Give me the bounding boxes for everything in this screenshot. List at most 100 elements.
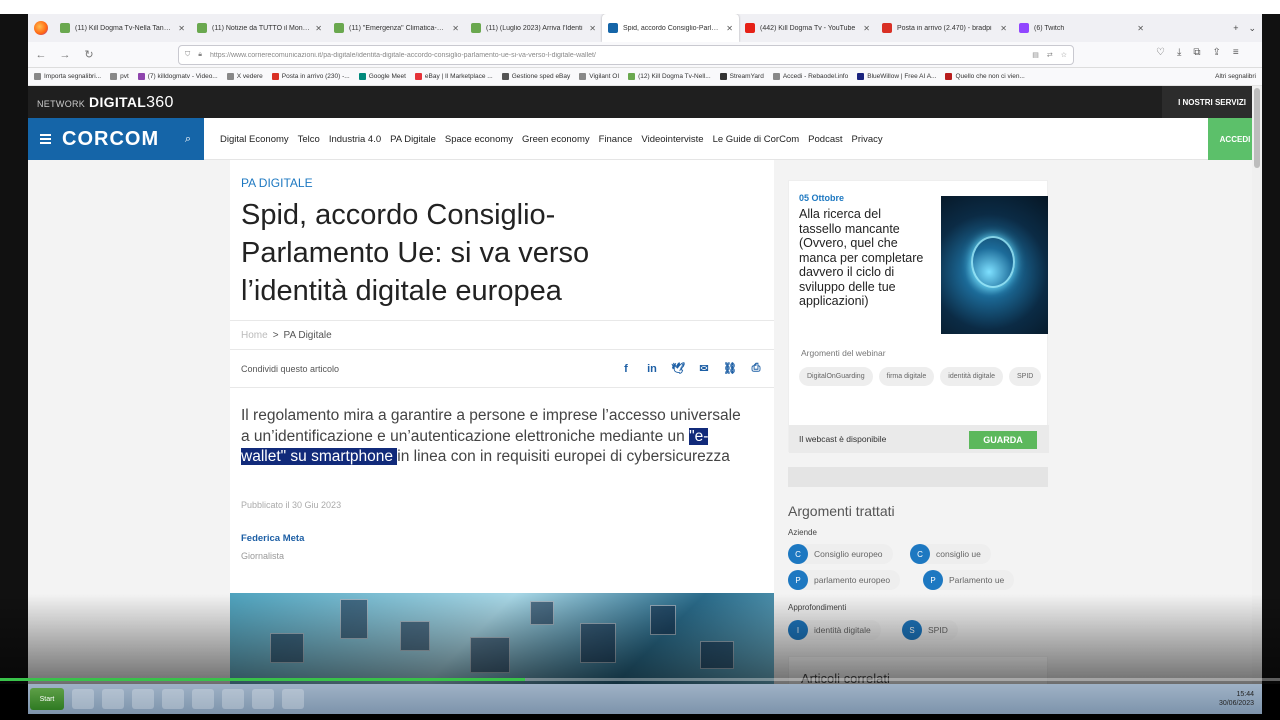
webinar-title[interactable]: Alla ricerca del tassello mancante (Ovve… [799,207,924,315]
watch-button[interactable]: GUARDA [969,431,1037,449]
facebook-icon[interactable]: f [619,362,633,376]
bookmark-item[interactable]: StreamYard [719,73,764,80]
firefox-menu[interactable] [28,14,54,42]
taskbar-firefox-icon[interactable] [192,689,214,709]
taskbar-explorer-icon[interactable] [72,689,94,709]
topic-tag[interactable]: S SPID [902,620,958,640]
tab-close-icon[interactable]: ✕ [178,24,185,33]
print-icon[interactable]: ⎙ [749,362,763,376]
pocket-icon[interactable]: ♡ [1156,47,1165,58]
bookmark-item[interactable]: Google Meet [358,73,406,80]
browser-tab[interactable]: (11) "Emergenza" Climatica-Cre ✕ [328,14,465,42]
download-icon[interactable]: ⤓ [1177,47,1181,58]
tab-close-icon[interactable]: ✕ [863,24,870,33]
topic-tag[interactable]: Cconsiglio ue [910,544,991,564]
browser-tab[interactable]: (6) Twitch ✕ [1013,14,1150,42]
url-bar[interactable]: ⛉ 🔒︎ https://www.corrierecomunicazioni.i… [178,45,1074,65]
search-icon[interactable]: ⌕ [172,133,204,146]
bookmark-item[interactable]: pvt [110,73,129,80]
bookmark-item[interactable]: Importa segnalibri... [34,73,101,80]
new-tab-icon[interactable]: + [1233,23,1238,34]
page-scrollbar[interactable] [1252,86,1262,684]
video-progress[interactable] [0,678,1280,681]
linkedin-icon[interactable]: in [645,362,659,376]
hamburger-menu-icon[interactable]: ≡ [1233,47,1239,58]
menu-item[interactable]: Telco [298,134,320,145]
other-bookmarks[interactable]: Altri segnalibri [1215,73,1256,80]
browser-tab[interactable]: (11) Kill Dogma Tv-Nella Tana de ✕ [54,14,191,42]
network-logo[interactable]: NETWORK DIGITAL360 [37,94,174,112]
scrollbar-thumb[interactable] [1254,88,1260,168]
list-tabs-icon[interactable]: ⌄ [1248,23,1256,34]
twitter-icon[interactable]: 🕊︎ [671,362,685,376]
browser-tab[interactable]: Spid, accordo Consiglio-Parlame ✕ [602,14,739,42]
topic-chip[interactable]: DigitalOnGuarding [799,367,873,386]
article-category[interactable]: PA DIGITALE [241,176,313,190]
topic-chip[interactable]: identità digitale [940,367,1003,386]
bookmark-item[interactable]: eBay | Il Marketplace ... [414,73,493,80]
menu-item[interactable]: Space economy [445,134,513,145]
taskbar-terminal-icon[interactable] [222,689,244,709]
system-tray[interactable]: 15:44 30/06/2023 [1219,690,1262,708]
site-logo[interactable]: CORCOM [62,128,172,151]
taskbar-chrome-icon[interactable] [162,689,184,709]
menu-item[interactable]: PA Digitale [390,134,436,145]
tab-close-icon[interactable]: ✕ [452,24,459,33]
menu-item[interactable]: Finance [599,134,633,145]
url-text[interactable]: https://www.corrierecomunicazioni.it/pa-… [210,52,1024,59]
browser-tab[interactable]: (442) Kill Dogma Tv - YouTube ✕ [739,14,876,42]
tab-close-icon[interactable]: ✕ [315,24,322,33]
bookmark-item[interactable]: Quello che non ci vien... [945,73,1025,80]
taskbar-media-icon[interactable] [102,689,124,709]
menu-item[interactable]: Podcast [808,134,842,145]
extensions-icon[interactable]: ⧉ [1193,47,1200,58]
topic-chip[interactable]: firma digitale [878,367,935,386]
topic-tag[interactable]: Iidentità digitale [788,620,881,640]
lock-icon[interactable]: 🔒︎ [198,51,202,59]
tab-close-icon[interactable]: ✕ [1000,24,1007,33]
share-icon[interactable]: ⇪ [1213,47,1221,58]
bookmark-item[interactable]: BlueWillow | Free AI A... [857,73,936,80]
bookmark-item[interactable]: X vedere [226,73,263,80]
bookmark-star-icon[interactable]: ☆ [1061,51,1067,59]
hamburger-icon[interactable] [28,134,62,144]
bookmark-item[interactable]: (7) killdogmatv - Video... [137,73,218,80]
forward-icon[interactable]: → [58,49,72,61]
browser-tab[interactable]: (11) Notizie da TUTTO il Mondo | ✕ [191,14,328,42]
topic-tag[interactable]: Pparlamento europeo [788,570,901,590]
reader-icon[interactable]: ▤ [1032,51,1039,59]
services-button[interactable]: I NOSTRI SERVIZI [1162,86,1262,118]
bookmark-item[interactable]: Gestione sped eBay [501,73,570,80]
bookmark-item[interactable]: Accedi - Rebaodel.info [772,73,848,80]
shield-icon[interactable]: ⛉ [185,51,190,59]
topic-tag[interactable]: P Parlamento ue [923,570,1015,590]
author-name[interactable]: Federica Meta [241,533,304,544]
tab-close-icon[interactable]: ✕ [726,24,733,33]
reload-icon[interactable]: ↻ [82,48,96,61]
taskbar-app-icon[interactable] [132,689,154,709]
back-icon[interactable]: ← [34,49,48,61]
breadcrumb-section[interactable]: PA Digitale [284,330,332,341]
translate-icon[interactable]: ⇄ [1047,51,1053,59]
browser-tab[interactable]: (11) (Luglio 2023) Arriva l'Identi ✕ [465,14,602,42]
menu-item[interactable]: Industria 4.0 [329,134,381,145]
bookmark-item[interactable]: Posta in arrivo (230) -... [271,73,350,80]
topic-tag[interactable]: C Consiglio europeo [788,544,893,564]
taskbar-record-icon[interactable] [282,689,304,709]
taskbar-settings-icon[interactable] [252,689,274,709]
link-icon[interactable]: ⛓︎ [723,362,737,376]
menu-item[interactable]: Videointerviste [641,134,703,145]
tab-close-icon[interactable]: ✕ [589,24,596,33]
topic-chip[interactable]: SPID [1008,367,1042,386]
menu-item[interactable]: Le Guide di CorCom [713,134,800,145]
bookmark-item[interactable]: (12) Kill Dogma Tv-Nell... [628,73,711,80]
webinar-card[interactable]: 05 Ottobre Alla ricerca del tassello man… [788,180,1049,453]
bookmark-item[interactable]: Vigilant OI [579,73,619,80]
email-icon[interactable]: ✉ [697,362,711,376]
tab-close-icon[interactable]: ✕ [1137,24,1144,33]
start-button[interactable]: Start [30,688,64,710]
breadcrumb-home[interactable]: Home [241,330,268,341]
menu-item[interactable]: Privacy [852,134,883,145]
menu-item[interactable]: Digital Economy [220,134,289,145]
menu-item[interactable]: Green economy [522,134,590,145]
